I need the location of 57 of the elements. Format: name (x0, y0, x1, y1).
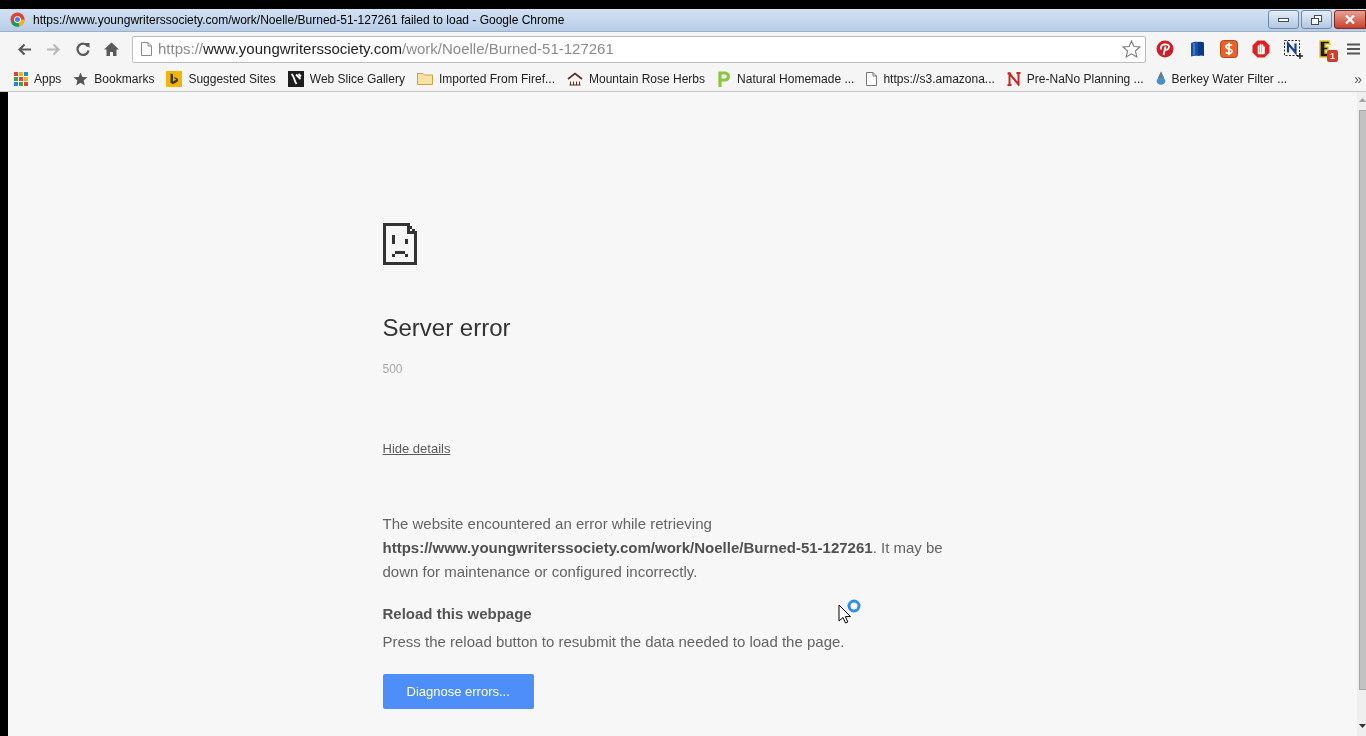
down-arrow-icon (1359, 724, 1366, 728)
error-description: The website encountered an error while retrieving https://www.youngwriterssociety.com/work/Noelle/Burned-51-127261. It may be down for maintenance or configured incorrectly. (382, 514, 944, 582)
bookmark-item[interactable]: Natural Homemade ... (712, 67, 860, 90)
book-icon (1188, 40, 1206, 58)
tile-logo-icon (166, 70, 183, 87)
bookmark-item[interactable]: Berkey Water Filter ... (1150, 67, 1293, 90)
bookmark-item[interactable]: Apps (9, 67, 67, 90)
home-icon (104, 42, 119, 56)
minimize-icon (1278, 17, 1289, 22)
hide-details-link[interactable]: Hide details (382, 440, 451, 458)
dashed-frame-icon (1283, 39, 1303, 59)
bookmarks-overflow-button[interactable]: » (1354, 69, 1362, 88)
bookmark-item[interactable]: Suggested Sites (161, 67, 281, 90)
stop-hand-icon (1252, 40, 1270, 58)
app-grid-icon (14, 71, 28, 86)
close-icon (1345, 15, 1355, 24)
address-field[interactable]: https://www.youngwriterssociety.com/work/Noelle/Burned-51-127261 (132, 35, 1146, 63)
letter-logo-icon (1006, 71, 1021, 86)
close-button[interactable] (1334, 10, 1366, 29)
scrollbar-thumb[interactable] (1359, 110, 1366, 690)
extension-button[interactable]: 1 (1309, 35, 1341, 63)
menu-icon (1347, 43, 1360, 55)
bookmark-item[interactable]: https://s3.amazona... (861, 67, 1000, 90)
dollar-tile-icon (1220, 40, 1238, 58)
bookmark-item[interactable]: Bookmarks (68, 67, 160, 90)
up-arrow-icon (1359, 98, 1366, 102)
bookmark-item[interactable]: Pre-NaNo Planning ... (1001, 67, 1149, 90)
star-icon (73, 71, 89, 86)
page-icon (866, 71, 878, 86)
window-title: https://www.youngwriterssociety.com/work/Noelle/Burned-51-127261 failed to load - Google Chrome (33, 12, 565, 28)
suggestion-text: Press the reload button to resubmit the data needed to load the page. (382, 632, 845, 652)
reload-icon (75, 42, 90, 56)
left-arrow-icon (17, 42, 32, 56)
error-code: 500 (382, 361, 403, 377)
tile-logo-icon (287, 70, 304, 87)
suggestion-heading: Reload this webpage (382, 604, 532, 624)
letter-logo-icon (717, 70, 732, 87)
restore-icon (1311, 14, 1322, 25)
error-title: Server error (382, 313, 511, 343)
bookmark-item[interactable]: Imported From Firef... (411, 67, 560, 90)
busy-pointer-icon (838, 598, 861, 624)
round-logo-icon (10, 12, 25, 27)
count-badge: 1 (1327, 50, 1338, 62)
roof-icon (567, 71, 583, 86)
bookmark-item[interactable]: Mountain Rose Herbs (562, 67, 711, 90)
restore-button[interactable] (1301, 10, 1332, 29)
page-icon (141, 42, 152, 56)
round-logo-icon (1156, 40, 1174, 58)
extension-icon (1317, 40, 1333, 58)
bookmark-item[interactable]: Web Slice Gallery (282, 67, 410, 90)
bookmark-star-icon[interactable] (1122, 40, 1141, 58)
right-arrow-icon (46, 42, 61, 56)
drop-icon (1155, 70, 1166, 87)
minimize-button[interactable] (1268, 10, 1299, 29)
folder-icon (416, 72, 433, 85)
scrollbar[interactable] (1357, 92, 1366, 736)
sad-document-icon (382, 223, 417, 265)
